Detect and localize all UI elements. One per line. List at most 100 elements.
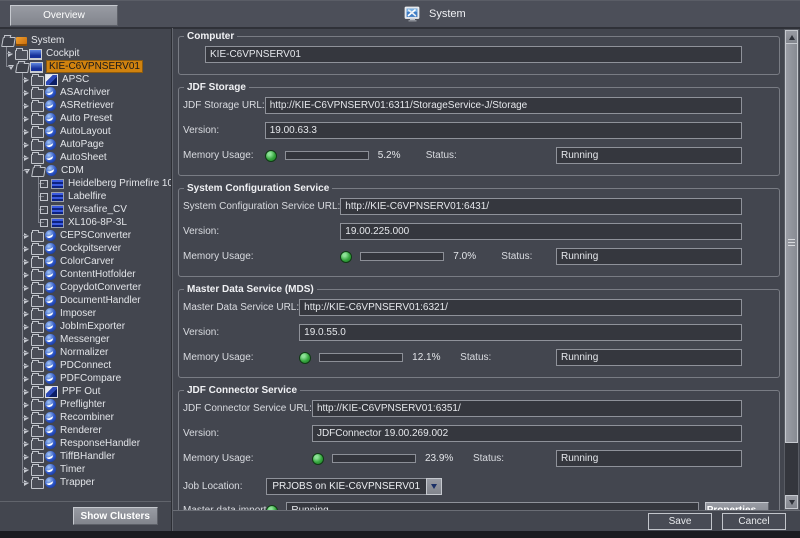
tree-item-normalizer[interactable]: Normalizer — [0, 346, 171, 359]
expander-collapsed-icon[interactable] — [24, 480, 29, 486]
master-data-service-url-field[interactable]: http://KIE-C6VPNSERV01:6321/ — [299, 299, 742, 316]
status-field[interactable]: Running — [556, 349, 742, 366]
expander-collapsed-icon[interactable] — [24, 259, 29, 265]
tree-item-cdm[interactable]: CDM — [0, 164, 171, 177]
computer-name-field[interactable]: KIE-C6VPNSERV01 — [205, 46, 742, 63]
apsc-icon — [45, 386, 58, 398]
expander-collapsed-icon[interactable] — [24, 376, 29, 382]
status-field[interactable]: Running — [556, 248, 742, 265]
tree-item-recombiner[interactable]: Recombiner — [0, 411, 171, 424]
tree-item-pdfcompare[interactable]: PDFCompare — [0, 372, 171, 385]
expander-collapsed-icon[interactable] — [24, 285, 29, 291]
expander-collapsed-icon[interactable] — [24, 116, 29, 122]
tree-item-auto-preset[interactable]: Auto Preset — [0, 112, 171, 125]
tree-item-label: AutoPage — [60, 139, 104, 150]
dropdown-button[interactable] — [426, 478, 442, 495]
cancel-button[interactable]: Cancel — [722, 513, 786, 530]
tree-item-documenthandler[interactable]: DocumentHandler — [0, 294, 171, 307]
expander-collapsed-icon[interactable] — [24, 246, 29, 252]
tree-item-versafire-cv[interactable]: Versafire_CV — [0, 203, 171, 216]
tree-item-trapper[interactable]: Trapper — [0, 476, 171, 489]
expander-collapsed-icon[interactable] — [24, 350, 29, 356]
service-icon — [45, 295, 56, 306]
expander-collapsed-icon[interactable] — [24, 389, 29, 395]
expander-collapsed-icon[interactable] — [24, 467, 29, 473]
expander-collapsed-icon[interactable] — [24, 441, 29, 447]
expander-collapsed-icon[interactable] — [24, 142, 29, 148]
closed-folder-icon — [31, 466, 44, 476]
show-clusters-button[interactable]: Show Clusters — [73, 507, 158, 525]
expander-collapsed-icon[interactable] — [8, 51, 13, 57]
expander-collapsed-icon[interactable] — [24, 298, 29, 304]
tree-item-messenger[interactable]: Messenger — [0, 333, 171, 346]
expander-collapsed-icon[interactable] — [24, 415, 29, 421]
scroll-down-button[interactable] — [785, 495, 798, 509]
row-label-cell: Version: — [183, 122, 265, 139]
expander-expanded-icon[interactable] — [8, 65, 14, 70]
expander-collapsed-icon[interactable] — [24, 337, 29, 343]
tree-item-autolayout[interactable]: AutoLayout — [0, 125, 171, 138]
tree-item-colorcarver[interactable]: ColorCarver — [0, 255, 171, 268]
expander-collapsed-icon[interactable] — [24, 272, 29, 278]
system-configuration-service-url-field[interactable]: http://KIE-C6VPNSERV01:6431/ — [340, 198, 742, 215]
tree-item-label: Trapper — [60, 477, 95, 488]
closed-folder-icon — [31, 440, 44, 450]
save-button[interactable]: Save — [648, 513, 712, 530]
jdf-connector-service-url-field[interactable]: http://KIE-C6VPNSERV01:6351/ — [312, 400, 742, 417]
expander-collapsed-icon[interactable] — [24, 454, 29, 460]
tree-item-labelfire[interactable]: Labelfire — [0, 190, 171, 203]
expander-collapsed-icon[interactable] — [24, 311, 29, 317]
status-field[interactable]: Running — [556, 450, 742, 467]
tree-item-pdconnect[interactable]: PDConnect — [0, 359, 171, 372]
expander-collapsed-icon[interactable] — [24, 363, 29, 369]
tree-item-xl106-8p-3l[interactable]: XL106-8P-3L — [0, 216, 171, 229]
tree-item-ppf-out[interactable]: PPF Out — [0, 385, 171, 398]
version-field[interactable]: 19.00.225.000 — [340, 223, 742, 240]
tree-item-autosheet[interactable]: AutoSheet — [0, 151, 171, 164]
jdf-storage-url-field[interactable]: http://KIE-C6VPNSERV01:6311/StorageServi… — [265, 97, 742, 114]
expander-collapsed-icon[interactable] — [24, 402, 29, 408]
expander-collapsed-icon[interactable] — [24, 155, 29, 161]
tree-item-apsc[interactable]: APSC — [0, 73, 171, 86]
version-field[interactable]: 19.0.55.0 — [299, 324, 742, 341]
tree-item-tiffbhandler[interactable]: TiffBHandler — [0, 450, 171, 463]
tree-item-responsehandler[interactable]: ResponseHandler — [0, 437, 171, 450]
tree-item-preflighter[interactable]: Preflighter — [0, 398, 171, 411]
tree-item-cockpit[interactable]: Cockpit — [0, 47, 171, 60]
tree-item-renderer[interactable]: Renderer — [0, 424, 171, 437]
tree-item-cepsconverter[interactable]: CEPSConverter — [0, 229, 171, 242]
expander-collapsed-icon[interactable] — [24, 233, 29, 239]
overview-button[interactable]: Overview — [10, 5, 118, 26]
apsc-icon — [45, 74, 58, 86]
expander-collapsed-icon[interactable] — [24, 103, 29, 109]
scroll-up-button[interactable] — [785, 30, 798, 44]
tree-item-asarchiver[interactable]: ASArchiver — [0, 86, 171, 99]
job-location-dropdown[interactable]: PRJOBS on KIE-C6VPNSERV01 — [266, 479, 775, 494]
tree-item-kie-c6vpnserv01[interactable]: KIE-C6VPNSERV01 — [0, 60, 171, 73]
tree-item-label: CEPSConverter — [60, 230, 131, 241]
expander-collapsed-icon[interactable] — [24, 90, 29, 96]
tree-item-label: PDConnect — [60, 360, 111, 371]
expander-expanded-icon[interactable] — [24, 169, 30, 174]
status-field[interactable]: Running — [556, 147, 742, 164]
tree-item-autopage[interactable]: AutoPage — [0, 138, 171, 151]
tree-item-cockpitserver[interactable]: Cockpitserver — [0, 242, 171, 255]
tree-item-system[interactable]: System — [0, 34, 171, 47]
field-label: Memory Usage: — [183, 453, 254, 464]
tree-item-heidelberg-primefire-106[interactable]: Heidelberg Primefire 106 — [0, 177, 171, 190]
expander-collapsed-icon[interactable] — [24, 324, 29, 330]
expander-collapsed-icon[interactable] — [24, 428, 29, 434]
tree-item-timer[interactable]: Timer — [0, 463, 171, 476]
tree-item-label: Heidelberg Primefire 106 — [68, 178, 171, 189]
scrollbar-thumb[interactable] — [785, 43, 798, 443]
tree-item-imposer[interactable]: Imposer — [0, 307, 171, 320]
expander-collapsed-icon[interactable] — [24, 129, 29, 135]
expander-collapsed-icon[interactable] — [24, 77, 29, 83]
tree-item-copydotconverter[interactable]: CopydotConverter — [0, 281, 171, 294]
version-field[interactable]: JDFConnector 19.00.269.002 — [312, 425, 742, 442]
tree-item-jobimexporter[interactable]: JobImExporter — [0, 320, 171, 333]
vertical-scrollbar[interactable] — [784, 29, 799, 510]
version-field[interactable]: 19.00.63.3 — [265, 122, 742, 139]
tree-item-asretriever[interactable]: ASRetriever — [0, 99, 171, 112]
tree-item-contenthotfolder[interactable]: ContentHotfolder — [0, 268, 171, 281]
